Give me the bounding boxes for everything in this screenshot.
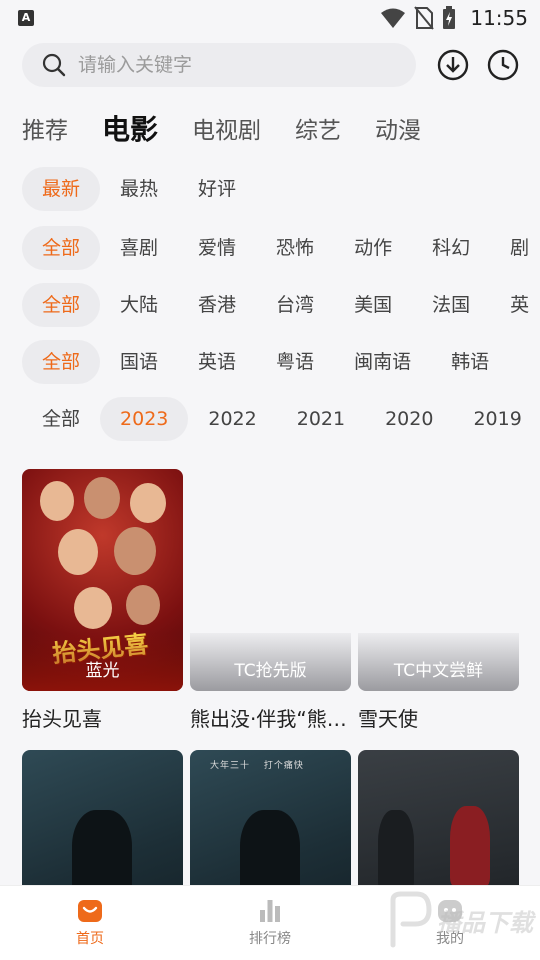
- movie-title[interactable]: 抬头见喜: [22, 703, 183, 732]
- year-chip-2023[interactable]: 2023: [100, 397, 189, 441]
- search-box[interactable]: [22, 43, 416, 87]
- nav-ranking-label: 排行榜: [249, 931, 291, 947]
- tab-variety[interactable]: 综艺: [295, 111, 341, 145]
- download-icon[interactable]: [437, 49, 469, 81]
- tab-anime[interactable]: 动漫: [375, 111, 421, 145]
- region-chip-france[interactable]: 法国: [412, 283, 490, 327]
- nav-home-label: 首页: [76, 931, 104, 947]
- sort-chip-hottest[interactable]: 最热: [100, 167, 178, 211]
- movie-poster[interactable]: TC中文尝鲜: [358, 469, 519, 691]
- wifi-icon: [381, 8, 406, 28]
- quality-badge: 蓝光: [22, 633, 183, 691]
- movie-card[interactable]: TC抢先版 熊出没·伴我“熊芯”: [190, 469, 351, 732]
- no-sim-icon: [414, 6, 435, 30]
- genre-chip-action[interactable]: 动作: [334, 226, 412, 270]
- tab-tv-series[interactable]: 电视剧: [192, 111, 261, 145]
- sort-chip-newest[interactable]: 最新: [22, 167, 101, 211]
- region-chip-uk[interactable]: 英: [490, 283, 540, 327]
- system-icons: 11:55: [380, 6, 528, 30]
- genre-chip-comedy[interactable]: 喜剧: [100, 226, 178, 270]
- language-chip-all[interactable]: 全部: [22, 340, 101, 384]
- profile-icon: [438, 900, 462, 922]
- search-input[interactable]: [78, 54, 378, 76]
- tab-recommend[interactable]: 推荐: [22, 111, 68, 145]
- nav-ranking[interactable]: 排行榜: [210, 896, 330, 948]
- sort-chip-top-rated[interactable]: 好评: [178, 167, 256, 211]
- year-chip-all[interactable]: 全部: [22, 397, 100, 441]
- tab-movie[interactable]: 电影: [102, 108, 158, 148]
- app-notification-icon: A: [18, 10, 34, 26]
- status-bar: A 11:55: [0, 0, 540, 36]
- movie-title[interactable]: 雪天使: [358, 703, 519, 732]
- quality-badge: TC中文尝鲜: [358, 633, 519, 691]
- movie-card[interactable]: TC中文尝鲜 雪天使: [358, 469, 519, 732]
- nav-mine-label: 我的: [436, 931, 464, 947]
- region-filter-row: 全部 大陆 香港 台湾 美国 法国 英: [22, 283, 540, 327]
- language-chip-english[interactable]: 英语: [178, 340, 256, 384]
- language-chip-korean[interactable]: 韩语: [431, 340, 509, 384]
- language-chip-cantonese[interactable]: 粤语: [256, 340, 334, 384]
- year-chip-2019[interactable]: 2019: [453, 397, 540, 441]
- bar-chart-icon: [260, 900, 280, 922]
- year-chip-2022[interactable]: 2022: [188, 397, 276, 441]
- battery-charging-icon: [443, 6, 456, 29]
- year-chip-2021[interactable]: 2021: [277, 397, 365, 441]
- year-filter-row: 全部 2023 2022 2021 2020 2019: [22, 397, 540, 441]
- bottom-navigation: 首页 排行榜 我的: [0, 885, 540, 960]
- movie-card[interactable]: 抬头见喜 蓝光 抬头见喜: [22, 469, 183, 732]
- nav-home[interactable]: 首页: [30, 896, 150, 948]
- clock-time: 11:55: [470, 6, 528, 30]
- search-row: [22, 43, 522, 87]
- region-chip-mainland[interactable]: 大陆: [100, 283, 178, 327]
- genre-chip-drama[interactable]: 剧: [490, 226, 540, 270]
- genre-chip-horror[interactable]: 恐怖: [256, 226, 334, 270]
- region-chip-all[interactable]: 全部: [22, 283, 101, 327]
- region-chip-hongkong[interactable]: 香港: [178, 283, 256, 327]
- genre-chip-romance[interactable]: 爱情: [178, 226, 256, 270]
- search-icon: [42, 53, 66, 77]
- nav-mine[interactable]: 我的: [390, 896, 510, 948]
- region-chip-taiwan[interactable]: 台湾: [256, 283, 334, 327]
- movie-poster[interactable]: 抬头见喜 蓝光: [22, 469, 183, 691]
- quality-badge: TC抢先版: [190, 633, 351, 691]
- region-chip-usa[interactable]: 美国: [334, 283, 412, 327]
- genre-chip-all[interactable]: 全部: [22, 226, 101, 270]
- language-chip-minnan[interactable]: 闽南语: [334, 340, 431, 384]
- genre-chip-scifi[interactable]: 科幻: [412, 226, 490, 270]
- movie-title[interactable]: 熊出没·伴我“熊芯”: [190, 703, 351, 732]
- language-filter-row: 全部 国语 英语 粤语 闽南语 韩语: [22, 340, 509, 384]
- sort-filter-row: 最新 最热 好评: [22, 167, 256, 211]
- genre-filter-row: 全部 喜剧 爱情 恐怖 动作 科幻 剧: [22, 226, 540, 270]
- history-clock-icon[interactable]: [487, 49, 519, 81]
- main-tabs: 推荐 电影 电视剧 综艺 动漫: [22, 106, 455, 150]
- poster-tagline: 大年三十 打个痛快: [210, 761, 304, 771]
- home-bag-icon: [78, 900, 102, 922]
- movie-poster[interactable]: TC抢先版: [190, 469, 351, 691]
- year-chip-2020[interactable]: 2020: [365, 397, 453, 441]
- language-chip-mandarin[interactable]: 国语: [100, 340, 178, 384]
